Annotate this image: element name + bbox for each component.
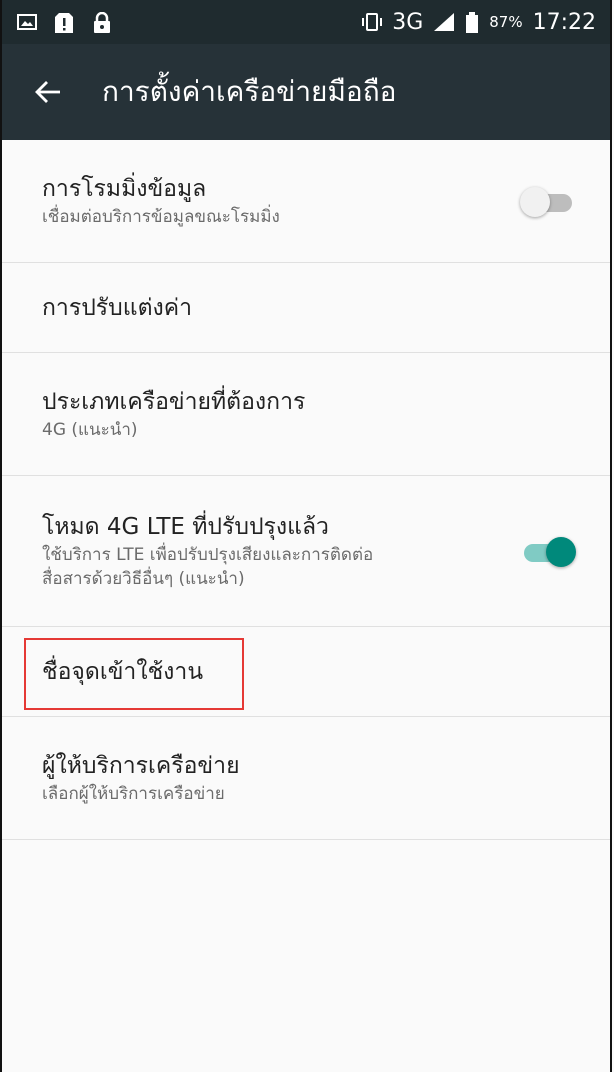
sim-alert-icon <box>54 12 76 33</box>
clock: 17:22 <box>532 9 596 35</box>
setting-subtitle: เชื่อมต่อบริการข้อมูลขณะโรมมิ่ง <box>42 207 280 227</box>
setting-preferred-network-type[interactable]: ประเภทเครือข่ายที่ต้องการ 4G (แนะนำ) <box>2 353 610 476</box>
screenshot-icon <box>16 12 38 32</box>
setting-title: การโรมมิ่งข้อมูล <box>42 176 207 202</box>
network-type: 3G <box>392 9 424 35</box>
battery-icon <box>465 12 479 33</box>
setting-subtitle: 4G (แนะนำ) <box>42 420 138 440</box>
vibrate-icon <box>360 12 383 32</box>
setting-title: ผู้ให้บริการเครือข่าย <box>42 753 240 779</box>
enhanced-4g-lte-toggle[interactable] <box>524 537 576 567</box>
setting-title: โหมด 4G LTE ที่ปรับปรุงแล้ว <box>42 514 329 540</box>
setting-subtitle-line1: ใช้บริการ LTE เพื่อปรับปรุงเสียงและการติ… <box>42 545 374 565</box>
lock-icon <box>92 11 114 33</box>
highlight-box <box>24 638 244 710</box>
setting-network-operators[interactable]: ผู้ให้บริการเครือข่าย เลือกผู้ให้บริการเ… <box>2 717 610 840</box>
settings-list: การโรมมิ่งข้อมูล เชื่อมต่อบริการข้อมูลขณ… <box>2 140 610 840</box>
setting-customization[interactable]: การปรับแต่งค่า <box>2 263 610 353</box>
signal-icon <box>433 12 455 32</box>
app-bar: การตั้งค่าเครือข่ายมือถือ <box>2 44 610 140</box>
setting-data-roaming[interactable]: การโรมมิ่งข้อมูล เชื่อมต่อบริการข้อมูลขณ… <box>2 140 610 263</box>
page-title: การตั้งค่าเครือข่ายมือถือ <box>102 75 397 108</box>
setting-subtitle: เลือกผู้ให้บริการเครือข่าย <box>42 784 225 804</box>
back-arrow-icon[interactable] <box>30 74 66 110</box>
setting-subtitle-line2: สื่อสารด้วยวิธีอื่นๆ (แนะนำ) <box>42 569 245 589</box>
phone-screen: 3G 87% 17:22 การตั้งค่าเครือข่ายมือถือ ก… <box>0 0 612 1072</box>
setting-enhanced-4g-lte[interactable]: โหมด 4G LTE ที่ปรับปรุงแล้ว ใช้บริการ LT… <box>2 476 610 627</box>
data-roaming-toggle[interactable] <box>520 187 572 217</box>
status-bar: 3G 87% 17:22 <box>2 0 610 44</box>
battery-percent: 87% <box>489 13 523 31</box>
setting-title: การปรับแต่งค่า <box>42 294 193 321</box>
setting-title: ประเภทเครือข่ายที่ต้องการ <box>42 389 306 415</box>
